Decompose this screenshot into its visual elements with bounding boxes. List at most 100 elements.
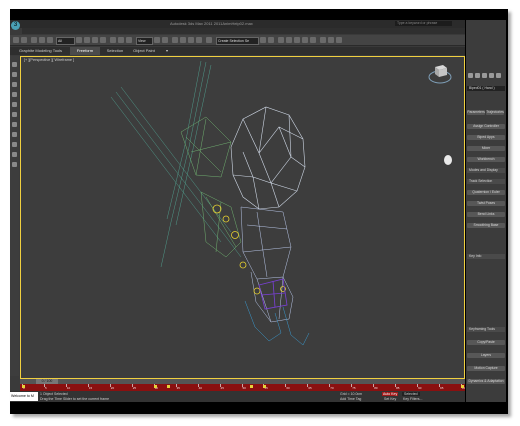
object-name-field[interactable]: Biped01 ( Hand )	[467, 86, 505, 91]
panel-dynamics-adaptation[interactable]: Dynamics & Adaptation	[467, 379, 505, 384]
panel-track-selection[interactable]: Track Selection	[467, 179, 505, 184]
auto-key-button[interactable]: Auto Key	[382, 392, 399, 396]
redo-icon[interactable]	[21, 37, 27, 43]
panel-keyframing-tools[interactable]: Keyframing Tools	[467, 327, 505, 332]
sphere-icon[interactable]	[12, 72, 17, 77]
key-mode-select[interactable]: Selected	[402, 392, 420, 396]
add-time-tag-button[interactable]: Add Time Tag	[340, 397, 361, 401]
search-input[interactable]: Type a keyword or phrase	[395, 21, 452, 26]
spacewarp-icon[interactable]	[12, 122, 17, 127]
window-crossing-icon[interactable]	[100, 37, 106, 43]
display-tab-icon[interactable]	[496, 73, 501, 78]
main-toolbar: All View Create Selection Se	[10, 35, 465, 46]
animation-key[interactable]	[166, 385, 170, 388]
unlink-icon[interactable]	[39, 37, 45, 43]
panel-twist-poses[interactable]: Twist Poses	[467, 201, 505, 206]
undo-icon[interactable]	[13, 37, 19, 43]
biped-icon[interactable]	[12, 152, 17, 157]
manipulate-icon[interactable]	[162, 37, 168, 43]
panel-quaternion-euler[interactable]: Quaternion / Euler	[467, 190, 505, 195]
animation-key[interactable]	[461, 385, 464, 388]
perspective-viewport[interactable]: [+ ][Perspective ][ Wireframe ]	[20, 56, 465, 379]
tab-object-paint[interactable]: Object Paint	[130, 47, 158, 55]
motion-tab-icon[interactable]	[489, 73, 494, 78]
bone-icon[interactable]	[12, 132, 17, 137]
panel-key-info[interactable]: Key Info	[467, 254, 505, 259]
panel-modes-and-display[interactable]: Modes and Display	[467, 168, 505, 173]
character-wireframe[interactable]	[21, 57, 465, 379]
animation-key[interactable]	[153, 385, 157, 388]
light-icon[interactable]	[12, 92, 17, 97]
camera-icon[interactable]	[12, 102, 17, 107]
material-editor-icon[interactable]	[310, 37, 316, 43]
ribbon-tabs: Graphite Modeling Tools Freeform Selecti…	[10, 47, 465, 55]
window-title: Autodesk 3ds Max 2011 2011AnimHelp02.max	[170, 21, 253, 26]
panel-workbench[interactable]: Workbench	[467, 157, 505, 162]
command-panel: Biped01 ( Hand ) Parameters Trajectories…	[466, 20, 506, 402]
schematic-view-icon[interactable]	[302, 37, 308, 43]
key-filters-button[interactable]: Key Filters...	[403, 397, 422, 401]
timeline-tick-label: 20	[110, 386, 115, 390]
pivot-center-icon[interactable]	[154, 37, 160, 43]
create-tab-icon[interactable]	[468, 73, 473, 78]
maxscript-listener[interactable]: Welcome to M	[10, 392, 38, 401]
animation-key[interactable]	[263, 385, 267, 388]
timeline-tick-label: 85	[396, 386, 400, 390]
track-bar[interactable]: 0510152025303540455055606570758085909510…	[20, 384, 465, 391]
region-select-icon[interactable]	[92, 37, 98, 43]
render-setup-icon[interactable]	[320, 37, 326, 43]
timeline-tick-label: 70	[330, 386, 334, 390]
app-logo-icon[interactable]: 3	[11, 21, 20, 30]
rendered-frame-icon[interactable]	[328, 37, 334, 43]
tab-selection[interactable]: Selection	[102, 47, 128, 55]
percent-snap-icon[interactable]	[188, 37, 194, 43]
time-slider-area: 0 / 100 0 5 10 15 20 25 30 35 40 45 50 55 60 65 70 75 80…	[20, 379, 465, 391]
reference-coord-select[interactable]: View	[136, 37, 153, 45]
title-bar: 3 Autodesk 3ds Max 2011 2011AnimHelp02.m…	[10, 20, 465, 30]
panel-smoothing-base[interactable]: Smoothing Base	[467, 223, 505, 228]
curve-editor-icon[interactable]	[294, 37, 300, 43]
panel-layers[interactable]: Layers	[467, 353, 505, 358]
panel-mixer[interactable]: Mixer	[467, 146, 505, 151]
set-key-button[interactable]: Set Key	[384, 397, 396, 401]
character-icon[interactable]	[12, 142, 17, 147]
graphite-toggle-icon[interactable]	[286, 37, 292, 43]
brush-icon[interactable]	[12, 62, 17, 67]
layer-manager-icon[interactable]	[278, 37, 284, 43]
edit-named-selection-icon[interactable]	[206, 37, 212, 43]
tab-parameters[interactable]: Parameters	[467, 110, 485, 115]
move-icon[interactable]	[110, 37, 116, 43]
animation-key[interactable]	[250, 385, 254, 388]
named-selection-select[interactable]: Create Selection Se	[216, 37, 259, 45]
snap-toggle-icon[interactable]	[172, 37, 178, 43]
angle-snap-icon[interactable]	[180, 37, 186, 43]
link-icon[interactable]	[31, 37, 37, 43]
panel-motion-capture[interactable]: Motion Capture	[467, 366, 505, 371]
select-object-icon[interactable]	[76, 37, 82, 43]
mirror-icon[interactable]	[260, 37, 266, 43]
panel-biped-apps[interactable]: Biped Apps	[467, 135, 505, 140]
tab-freeform[interactable]: Freeform	[70, 47, 100, 55]
hierarchy-tab-icon[interactable]	[482, 73, 487, 78]
tab-graphite-modeling-tools[interactable]: Graphite Modeling Tools	[13, 47, 68, 55]
modify-tab-icon[interactable]	[475, 73, 480, 78]
select-by-name-icon[interactable]	[84, 37, 90, 43]
helper-icon[interactable]	[12, 112, 17, 117]
timeline-tick-label: 80	[374, 386, 378, 390]
panel-bend-links[interactable]: Bend Links	[467, 212, 505, 217]
scale-icon[interactable]	[126, 37, 132, 43]
script-icon[interactable]	[12, 162, 17, 167]
animation-key[interactable]	[22, 385, 25, 388]
rotate-icon[interactable]	[118, 37, 124, 43]
selection-filter-select[interactable]: All	[56, 37, 75, 45]
timeline-tick-label: 45	[220, 386, 224, 390]
cube-icon[interactable]	[12, 82, 17, 87]
panel-assign-controller[interactable]: Assign Controller	[467, 124, 505, 129]
align-icon[interactable]	[268, 37, 274, 43]
panel-copy-paste[interactable]: Copy/Paste	[467, 340, 505, 345]
bind-space-warp-icon[interactable]	[47, 37, 53, 43]
ribbon-options-icon[interactable]: ▾	[162, 47, 172, 55]
spinner-snap-icon[interactable]	[196, 37, 202, 43]
tab-trajectories[interactable]: Trajectories	[486, 110, 504, 115]
render-production-icon[interactable]	[336, 37, 342, 43]
